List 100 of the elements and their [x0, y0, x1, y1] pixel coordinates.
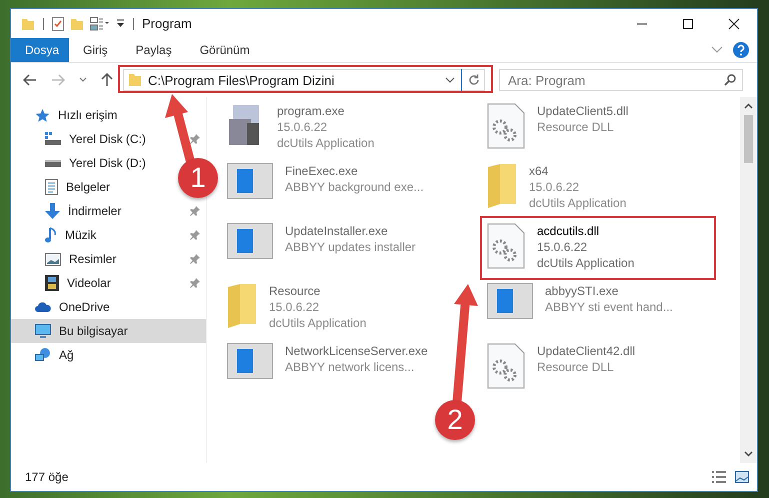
- pin-icon[interactable]: [190, 230, 200, 240]
- nav-item[interactable]: Yerel Disk (C:): [11, 127, 152, 151]
- file-detail: ABBYY updates installer: [285, 239, 416, 255]
- application-window-icon[interactable]: [227, 223, 273, 259]
- file-detail: 15.0.6.22: [277, 119, 328, 135]
- ribbon-tab[interactable]: Dosya: [11, 38, 69, 62]
- application-window-icon[interactable]: [227, 343, 273, 379]
- nav-item[interactable]: Hızlı erişim: [11, 103, 124, 127]
- refresh-icon[interactable]: [468, 74, 480, 86]
- nav-label: Ağ: [59, 348, 74, 362]
- maximize-icon: [682, 18, 694, 30]
- file-detail: ABBYY network licens...: [285, 359, 414, 375]
- file-detail: Resource DLL: [537, 119, 614, 135]
- minimize-icon: [636, 22, 648, 24]
- back-arrow-icon[interactable]: [23, 74, 37, 86]
- cloud-icon: [35, 302, 51, 312]
- forward-arrow-icon[interactable]: [51, 74, 65, 86]
- drive-icon: [45, 160, 61, 166]
- nav-item[interactable]: Müzik: [11, 223, 102, 247]
- nav-item[interactable]: İndirmeler: [11, 199, 128, 223]
- dropdown-icon[interactable]: [116, 19, 125, 28]
- pin-icon[interactable]: [190, 206, 200, 216]
- search-field[interactable]: Ara: Program: [499, 69, 743, 91]
- file-detail: ABBYY background exe...: [285, 179, 424, 195]
- file-detail: ABBYY sti event hand...: [545, 299, 673, 315]
- monitor-icon: [35, 324, 51, 338]
- file-name[interactable]: x64: [529, 163, 548, 179]
- document-icon: [45, 179, 58, 195]
- file-detail: Resource DLL: [537, 359, 614, 375]
- application-window-icon[interactable]: [487, 283, 533, 319]
- file-detail: dcUtils Application: [529, 195, 626, 211]
- file-name[interactable]: UpdateInstaller.exe: [285, 223, 388, 239]
- nav-item[interactable]: Bu bilgisayar: [11, 319, 206, 343]
- nav-label: Bu bilgisayar: [59, 324, 128, 338]
- gear-file-icon[interactable]: [487, 223, 525, 269]
- expand-ribbon-icon[interactable]: [711, 46, 723, 54]
- nav-item[interactable]: Videolar: [11, 271, 117, 295]
- nav-label: OneDrive: [59, 300, 110, 314]
- pin-icon[interactable]: [190, 278, 200, 288]
- nav-item[interactable]: Resimler: [11, 247, 122, 271]
- file-detail: 15.0.6.22: [269, 299, 320, 315]
- picture-icon: [45, 252, 61, 266]
- up-arrow-icon[interactable]: [101, 73, 113, 87]
- file-detail: dcUtils Application: [277, 135, 374, 151]
- file-name[interactable]: FineExec.exe: [285, 163, 358, 179]
- nav-label: Videolar: [67, 276, 111, 290]
- ribbon-tab[interactable]: Görünüm: [186, 38, 264, 62]
- scrollbar-thumb[interactable]: [744, 115, 753, 163]
- view-icon[interactable]: [90, 16, 110, 30]
- nav-item[interactable]: Ağ: [11, 343, 80, 367]
- gear-file-icon[interactable]: [487, 343, 525, 389]
- file-detail: dcUtils Application: [537, 255, 634, 271]
- pin-icon[interactable]: [190, 254, 200, 264]
- file-detail: 15.0.6.22: [537, 239, 588, 255]
- gear-file-icon[interactable]: [487, 103, 525, 149]
- folder-icon: [128, 73, 142, 87]
- recent-caret-icon[interactable]: [79, 77, 87, 83]
- scroll-up-icon[interactable]: [744, 103, 753, 109]
- star-icon: [35, 108, 50, 122]
- pointer-arrow: [165, 94, 194, 164]
- film-icon: [45, 275, 59, 291]
- nav-label: Yerel Disk (C:): [69, 132, 146, 146]
- address-bar[interactable]: C:\Program Files\Program Dizini: [123, 69, 485, 91]
- details-view-icon[interactable]: [711, 471, 727, 483]
- properties-icon[interactable]: [52, 16, 64, 31]
- application-window-icon[interactable]: [227, 163, 273, 199]
- network-icon: [35, 348, 51, 362]
- file-name[interactable]: Resource: [269, 283, 320, 299]
- nav-item[interactable]: Yerel Disk (D:): [11, 151, 152, 175]
- scroll-down-icon[interactable]: [744, 451, 753, 457]
- file-name[interactable]: program.exe: [277, 103, 344, 119]
- ribbon-tab[interactable]: Giriş: [69, 38, 122, 62]
- nav-label: Yerel Disk (D:): [69, 156, 146, 170]
- window-title: Program: [142, 16, 192, 31]
- drive-icon: [45, 132, 61, 146]
- search-icon[interactable]: [724, 74, 736, 86]
- nav-label: İndirmeler: [68, 204, 122, 218]
- nav-item[interactable]: OneDrive: [11, 295, 116, 319]
- file-detail: dcUtils Application: [269, 315, 366, 331]
- file-name[interactable]: NetworkLicenseServer.exe: [285, 343, 428, 359]
- nav-label: Hızlı erişim: [58, 108, 118, 122]
- nav-label: Müzik: [65, 228, 96, 242]
- file-name[interactable]: acdcutils.dll: [537, 223, 600, 239]
- caret-icon[interactable]: [445, 77, 455, 83]
- ribbon-tab[interactable]: Paylaş: [122, 38, 186, 62]
- close-icon: [728, 18, 740, 30]
- item-count: 177 öğe: [25, 470, 68, 484]
- large-icons-view-icon[interactable]: [735, 471, 749, 483]
- nav-item[interactable]: Belgeler: [11, 175, 116, 199]
- pin-icon[interactable]: [190, 134, 200, 144]
- file-name[interactable]: abbyySTI.exe: [545, 283, 618, 299]
- file-name[interactable]: UpdateClient5.dll: [537, 103, 628, 119]
- file-detail: 15.0.6.22: [529, 179, 580, 195]
- scrollbar[interactable]: [740, 97, 757, 463]
- file-name[interactable]: UpdateClient42.dll: [537, 343, 636, 359]
- address-path: C:\Program Files\Program Dizini: [148, 72, 336, 88]
- nav-label: Belgeler: [66, 180, 110, 194]
- down-arrow-icon: [45, 203, 60, 219]
- nav-label: Resimler: [69, 252, 116, 266]
- help-icon[interactable]: [733, 42, 749, 58]
